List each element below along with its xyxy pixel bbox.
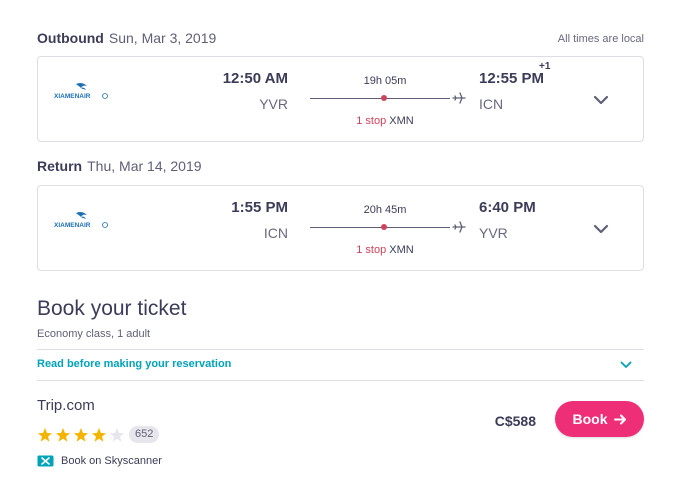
airline-wordmark: XIAMENAIR: [54, 93, 91, 100]
plane-icon: [452, 92, 466, 104]
outbound-label: Outbound: [37, 30, 104, 46]
outbound-flight-card[interactable]: XIAMENAIR 12:50 AM YVR 19h 05m 1 stop XM…: [37, 56, 644, 142]
return-header: Return Thu, Mar 14, 2019: [37, 158, 202, 174]
plane-icon: [452, 221, 466, 233]
provider-name: Trip.com: [37, 397, 95, 414]
return-stop-count: 1 stop: [356, 244, 387, 256]
return-departure-airport: ICN: [263, 225, 288, 241]
outbound-header: Outbound Sun, Mar 3, 2019: [37, 30, 216, 46]
airline-wordmark: XIAMENAIR: [54, 222, 91, 229]
star-filled-icon: [74, 427, 88, 442]
divider: [37, 380, 644, 381]
fare-class-info: Economy class, 1 adult: [37, 328, 151, 340]
outbound-stops: 1 stop XMN: [310, 115, 460, 127]
outbound-stop-count: 1 stop: [356, 115, 387, 127]
xiamen-air-logo: XIAMENAIR: [54, 211, 108, 229]
outbound-route-line: [310, 98, 450, 99]
return-departure-time: 1:55 PM: [231, 199, 288, 216]
xiamen-air-logo: XIAMENAIR: [54, 82, 108, 100]
return-stops: 1 stop XMN: [310, 244, 460, 256]
outbound-stop-airport: XMN: [389, 115, 414, 127]
chevron-down-icon[interactable]: [620, 361, 632, 369]
reservation-info-toggle[interactable]: Read before making your reservation: [37, 350, 644, 380]
arrow-right-icon: [613, 414, 626, 424]
return-duration: 20h 45m: [363, 204, 407, 216]
star-filled-icon: [38, 427, 52, 442]
skyscanner-label[interactable]: Book on Skyscanner: [61, 455, 162, 467]
return-arrival-time: 6:40 PM: [479, 199, 536, 216]
outbound-arrival-airport: ICN: [479, 96, 504, 112]
book-title: Book your ticket: [37, 297, 187, 320]
review-count-badge: 652: [129, 426, 160, 443]
return-flight-card[interactable]: XIAMENAIR 1:55 PM ICN 20h 45m 1 stop XMN…: [37, 185, 644, 271]
return-arrival-airport: YVR: [479, 225, 508, 241]
skyscanner-link[interactable]: Book on Skyscanner: [37, 454, 162, 468]
outbound-departure-time: 12:50 AM: [222, 70, 288, 87]
outbound-next-day-badge: +1: [539, 61, 551, 72]
return-date: Thu, Mar 14, 2019: [87, 158, 202, 174]
reservation-info-link[interactable]: Read before making your reservation: [37, 358, 231, 370]
outbound-arrival-time: 12:55 PM: [479, 70, 545, 87]
chevron-down-icon[interactable]: [593, 95, 609, 105]
return-label: Return: [37, 158, 83, 174]
book-button[interactable]: Book: [555, 401, 644, 437]
ticket-price: C$588: [494, 413, 536, 429]
outbound-duration: 19h 05m: [363, 75, 407, 87]
outbound-stop-dot: [381, 95, 387, 101]
times-local-note: All times are local: [557, 33, 644, 45]
star-filled-icon: [56, 427, 70, 442]
outbound-date: Sun, Mar 3, 2019: [108, 30, 217, 46]
return-stop-dot: [381, 224, 387, 230]
chevron-down-icon[interactable]: [593, 224, 609, 234]
skyscanner-ticket-icon: [37, 455, 54, 467]
star-filled-icon: [92, 427, 106, 442]
book-button-label: Book: [572, 411, 608, 427]
return-route-line: [310, 227, 450, 228]
provider-rating: 652: [37, 426, 160, 443]
return-stop-airport: XMN: [389, 244, 414, 256]
outbound-departure-airport: YVR: [259, 96, 288, 112]
star-empty-icon: [110, 427, 124, 442]
